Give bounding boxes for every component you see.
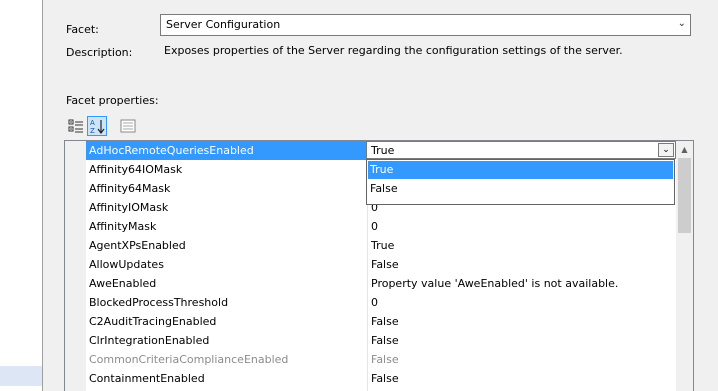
property-name: AffinityMask	[89, 220, 157, 233]
property-value: False	[371, 353, 399, 366]
property-value: 0	[371, 220, 378, 233]
description-text: Exposes properties of the Server regardi…	[164, 44, 623, 57]
property-value: False	[371, 372, 399, 385]
value-dropdown-list: True False	[366, 159, 675, 205]
editor-value: True	[371, 144, 395, 157]
property-name: AdHocRemoteQueriesEnabled	[89, 144, 254, 157]
alphabetical-button[interactable]: A Z	[87, 116, 107, 136]
scroll-up-icon[interactable]: ▲	[676, 141, 693, 158]
dropdown-option-true[interactable]: True	[368, 161, 673, 179]
facet-combobox[interactable]: Server Configuration ⌄	[160, 14, 691, 36]
property-name: AweEnabled	[89, 277, 157, 290]
property-name: C2AuditTracingEnabled	[89, 315, 217, 328]
table-row[interactable]: AgentXPsEnabled True	[86, 236, 678, 255]
categorized-button[interactable]	[66, 116, 86, 136]
property-name: Affinity64IOMask	[89, 163, 183, 176]
property-value: False	[371, 315, 399, 328]
sort-alphabetical-icon: A Z	[90, 119, 105, 134]
property-name: AllowUpdates	[89, 258, 164, 271]
svg-text:A: A	[90, 119, 95, 127]
table-row[interactable]: ClrIntegrationEnabled False	[86, 331, 678, 350]
vertical-scrollbar[interactable]: ▲	[676, 141, 693, 391]
property-name: AgentXPsEnabled	[89, 239, 186, 252]
scroll-thumb[interactable]	[678, 158, 691, 233]
property-name: BlockedProcessThreshold	[89, 296, 229, 309]
property-value: Property value 'AweEnabled' is not avail…	[371, 277, 619, 290]
svg-text:Z: Z	[90, 127, 95, 134]
property-pages-icon	[120, 119, 136, 133]
property-name: CommonCriteriaComplianceEnabled	[89, 353, 289, 366]
property-name: AffinityIOMask	[89, 201, 169, 214]
chevron-down-icon[interactable]: ⌄	[658, 143, 674, 157]
description-label: Description:	[66, 46, 133, 59]
table-row[interactable]: BlockedProcessThreshold 0	[86, 293, 678, 312]
table-row[interactable]: C2AuditTracingEnabled False	[86, 312, 678, 331]
property-name: ContainmentEnabled	[89, 372, 205, 385]
left-pane	[0, 0, 42, 391]
property-name: Affinity64Mask	[89, 182, 171, 195]
dropdown-option-false[interactable]: False	[368, 180, 673, 198]
grid-gutter	[65, 141, 86, 391]
table-row[interactable]: ContainmentEnabled False	[86, 369, 678, 388]
property-value: 0	[371, 296, 378, 309]
property-value: True	[371, 239, 395, 252]
left-pane-selected-item[interactable]	[0, 366, 42, 386]
facet-properties-label: Facet properties:	[66, 94, 159, 107]
facet-label: Facet:	[66, 23, 99, 36]
categorized-icon	[68, 119, 83, 133]
property-value-editor[interactable]: True ⌄	[366, 141, 676, 159]
facet-value: Server Configuration	[166, 18, 281, 31]
table-row[interactable]: AllowUpdates False	[86, 255, 678, 274]
chevron-down-icon[interactable]: ⌄	[678, 18, 686, 29]
table-row[interactable]: AweEnabled Property value 'AweEnabled' i…	[86, 274, 678, 293]
table-row[interactable]: AffinityMask 0	[86, 217, 678, 236]
property-pages-button[interactable]	[118, 116, 138, 136]
pane-divider[interactable]	[42, 0, 43, 391]
property-name: ClrIntegrationEnabled	[89, 334, 210, 347]
table-row[interactable]: CommonCriteriaComplianceEnabled False	[86, 350, 678, 369]
property-value: False	[371, 334, 399, 347]
property-value: False	[371, 258, 399, 271]
